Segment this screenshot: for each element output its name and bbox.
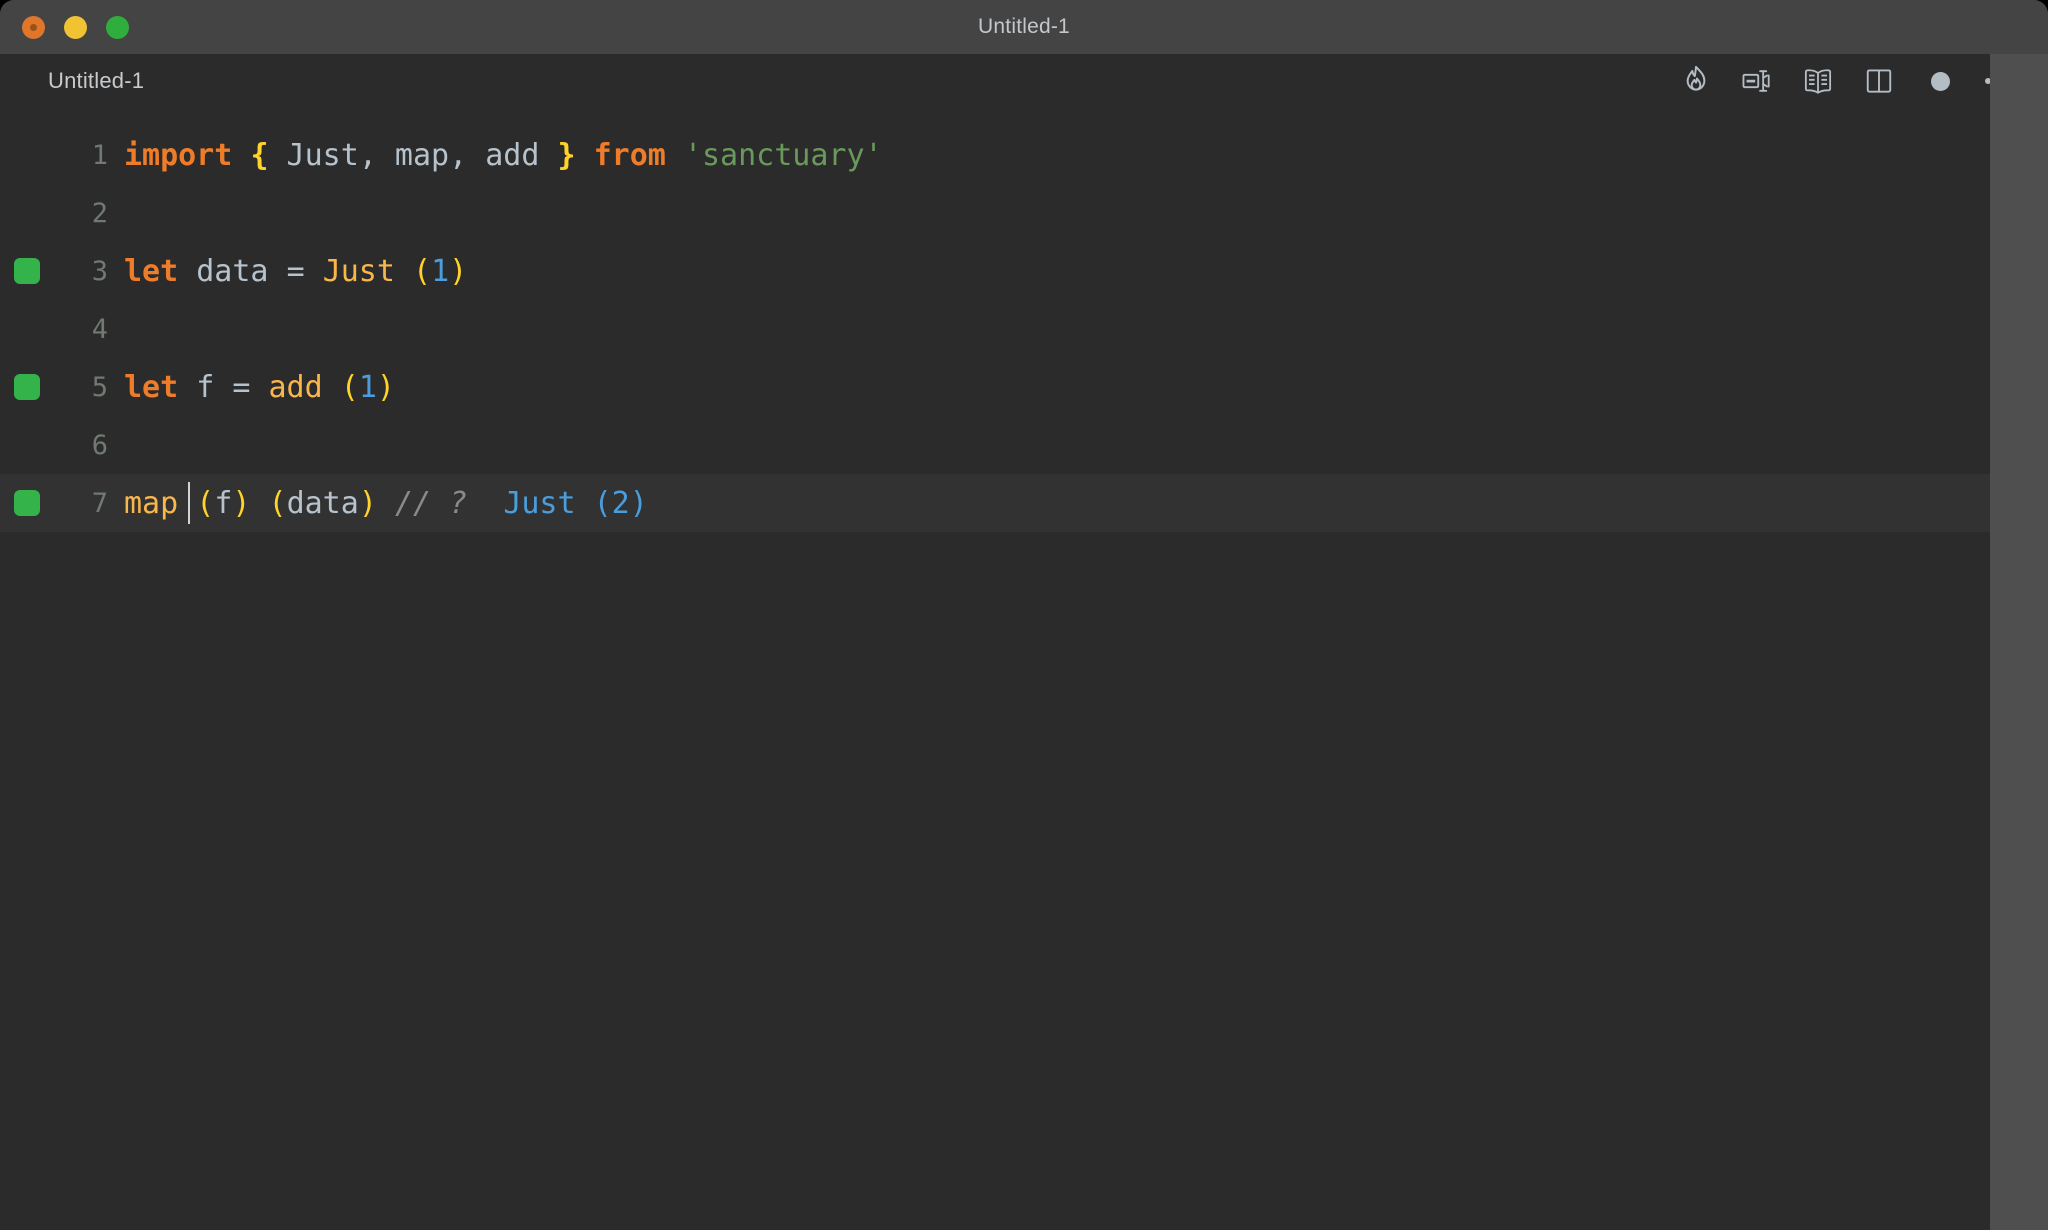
- split-editor-icon[interactable]: [1862, 64, 1896, 98]
- editor-right-chrome: [1990, 54, 2048, 1230]
- window-titlebar: Untitled-1: [0, 0, 2048, 54]
- close-window-button[interactable]: [22, 15, 45, 39]
- code-text: map (f) (data) // ? Just (2): [124, 485, 648, 521]
- maximize-window-button[interactable]: [106, 15, 129, 39]
- code-text: import { Just, map, add } from 'sanctuar…: [124, 137, 883, 173]
- code-line-3[interactable]: 3 let data = Just (1): [0, 242, 1990, 300]
- quokka-status-marker[interactable]: [14, 490, 40, 516]
- code-lines: 1 import { Just, map, add } from 'sanctua…: [0, 108, 1990, 532]
- quokka-flame-icon[interactable]: [1679, 64, 1713, 98]
- minimize-window-button[interactable]: [64, 15, 87, 39]
- code-text: let f = add (1): [124, 369, 395, 405]
- code-line-7[interactable]: 7 map (f) (data) // ? Just (2): [0, 474, 1990, 532]
- line-number: 6: [91, 429, 108, 461]
- dirty-indicator: [1930, 71, 1950, 91]
- editor-actions: [1679, 64, 2022, 98]
- quokka-status-marker[interactable]: [14, 374, 40, 400]
- open-changes-icon[interactable]: [1740, 64, 1774, 98]
- open-preview-icon[interactable]: [1801, 64, 1835, 98]
- app-window: Untitled-1 Untitled-1 1 import {Just, m…: [0, 0, 2048, 1230]
- line-number: 1: [91, 139, 108, 171]
- code-line-2[interactable]: 2: [0, 184, 1990, 242]
- code-line-4[interactable]: 4: [0, 300, 1990, 358]
- unsaved-dot-icon[interactable]: [1923, 64, 1957, 98]
- code-text: let data = Just (1): [124, 253, 468, 289]
- tab-untitled-1[interactable]: Untitled-1: [48, 68, 144, 94]
- editor-topbar: Untitled-1: [0, 54, 2048, 108]
- code-line-1[interactable]: 1 import { Just, map, add } from 'sanctua…: [0, 126, 1990, 184]
- code-editor[interactable]: 1 import { Just, map, add } from 'sanctua…: [0, 108, 1990, 1230]
- text-cursor: [188, 482, 190, 524]
- line-number: 2: [91, 197, 108, 229]
- code-line-5[interactable]: 5 let f = add (1): [0, 358, 1990, 416]
- line-number: 4: [91, 313, 108, 345]
- window-title: Untitled-1: [978, 15, 1070, 38]
- window-controls: [22, 15, 129, 39]
- quokka-status-marker[interactable]: [14, 258, 40, 284]
- code-line-6[interactable]: 6: [0, 416, 1990, 474]
